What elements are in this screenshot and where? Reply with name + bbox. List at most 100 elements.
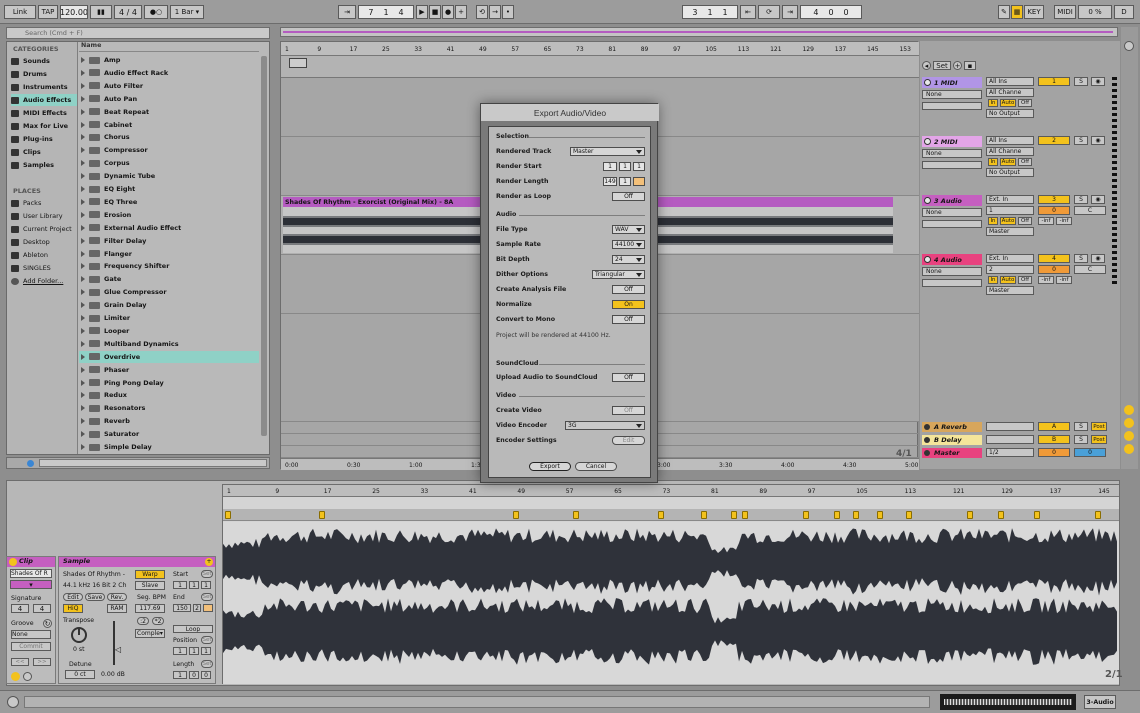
track-activator-number[interactable]: 2 xyxy=(1038,136,1070,145)
groove-hot-swap-icon[interactable]: ↻ xyxy=(43,619,52,628)
selected-track-label[interactable]: 3-Audio xyxy=(1084,695,1116,709)
quantize-menu[interactable]: 1 Bar ▾ xyxy=(170,5,204,19)
punch-out-icon[interactable]: ⇥ xyxy=(782,5,798,19)
cancel-button[interactable]: Cancel xyxy=(575,462,617,471)
hiq-button[interactable]: HiQ xyxy=(63,604,83,613)
track-output-select[interactable]: No Output xyxy=(986,109,1034,118)
preview-waveform[interactable] xyxy=(39,459,267,467)
return-solo-button[interactable]: S xyxy=(1074,435,1088,444)
sample-panel-header[interactable]: Sample xyxy=(59,557,215,567)
browser-item[interactable]: Beat Repeat xyxy=(79,106,259,118)
overdub-icon[interactable]: + xyxy=(455,5,467,19)
expand-triangle-icon[interactable] xyxy=(81,327,85,334)
browser-item[interactable]: Multiband Dynamics xyxy=(79,338,259,350)
category-max-for-live[interactable]: Max for Live xyxy=(11,120,77,132)
clip-signature-num[interactable]: 4 xyxy=(11,604,29,613)
browser-item[interactable]: Glue Compressor xyxy=(79,286,259,298)
play-icon[interactable]: ▶ xyxy=(416,5,428,19)
return-activator[interactable]: B xyxy=(1038,435,1070,444)
link-button[interactable]: Link xyxy=(4,5,36,19)
arm-record-icon[interactable]: ◉ xyxy=(1091,195,1105,204)
render-length-beat[interactable]: 1 xyxy=(619,177,631,186)
punch-in-icon[interactable]: ⇤ xyxy=(740,5,756,19)
loop-start-field[interactable]: 3 1 1 xyxy=(682,5,738,19)
master-routing-select[interactable]: 1/2 xyxy=(986,448,1034,457)
loop-length-field[interactable]: 4 0 0 xyxy=(800,5,862,19)
warp-marker-lane[interactable] xyxy=(223,509,1119,521)
send-b-field[interactable]: -inf xyxy=(1056,217,1072,225)
expand-triangle-icon[interactable] xyxy=(81,302,85,309)
render-loop-toggle[interactable]: Off xyxy=(612,192,645,201)
expand-triangle-icon[interactable] xyxy=(81,186,85,192)
track-channel-select[interactable]: 2 xyxy=(986,265,1034,274)
monitor-off-button[interactable]: Off xyxy=(1018,158,1032,166)
browser-item[interactable]: Audio Effect Rack xyxy=(79,67,259,79)
signature-field[interactable]: 4 / 4 xyxy=(114,5,142,19)
computer-keyboard-icon[interactable]: ▦ xyxy=(1011,5,1023,19)
arrangement-overview[interactable] xyxy=(280,27,1118,37)
key-map-button[interactable]: KEY xyxy=(1024,5,1044,19)
monitor-auto-button[interactable]: Auto xyxy=(1000,276,1016,284)
seg-bpm-field[interactable]: 117.69 xyxy=(135,604,165,613)
master-pan-field[interactable]: 0 xyxy=(1074,448,1106,457)
locator-lane[interactable] xyxy=(281,56,919,78)
clip-color-chooser[interactable]: ▾ xyxy=(10,580,52,589)
expand-triangle-icon[interactable] xyxy=(81,198,85,205)
browser-item[interactable]: External Audio Effect xyxy=(79,222,259,234)
sample-rate-select[interactable]: 44100 xyxy=(612,240,645,249)
track-input-select[interactable]: All Ins xyxy=(986,136,1034,145)
return-track-name[interactable]: Master xyxy=(922,448,982,458)
arm-record-icon[interactable]: ◉ xyxy=(1091,77,1105,86)
track-channel-select[interactable]: 1 xyxy=(986,206,1034,215)
create-video-toggle[interactable]: Off xyxy=(612,406,645,415)
browser-item[interactable]: Flanger xyxy=(79,248,259,260)
expand-triangle-icon[interactable] xyxy=(81,108,85,115)
set-button[interactable]: Set xyxy=(933,61,951,70)
expand-triangle-icon[interactable] xyxy=(81,379,85,386)
nudge-left-button[interactable]: << xyxy=(11,658,29,666)
warp-marker[interactable] xyxy=(658,511,664,519)
expand-triangle-icon[interactable] xyxy=(81,366,85,373)
sample-edit-button[interactable]: Edit xyxy=(63,593,83,601)
warp-button[interactable]: Warp xyxy=(135,570,165,579)
track-activator-number[interactable]: 4 xyxy=(1038,254,1070,263)
browser-item[interactable]: Simple Delay xyxy=(79,441,259,453)
track-activator-bar[interactable] xyxy=(922,279,982,287)
expand-triangle-icon[interactable] xyxy=(81,173,85,180)
upload-soundcloud-toggle[interactable]: Off xyxy=(612,373,645,382)
clip-signature-den[interactable]: 4 xyxy=(33,604,51,613)
track-output-select[interactable]: Master xyxy=(986,286,1034,295)
re-enable-automation-icon[interactable]: → xyxy=(489,5,501,19)
expand-triangle-icon[interactable] xyxy=(81,289,85,296)
end-beat-field[interactable]: 2 xyxy=(193,604,201,612)
browser-item[interactable]: Overdrive xyxy=(79,350,259,363)
sample-bar-ruler[interactable]: 1 9 17 25 33 41 49 57 65 73 81 89 97 105 113 121 129 137 1… xyxy=(223,485,1119,497)
solo-button[interactable]: S xyxy=(1074,254,1088,263)
sample-add-icon[interactable]: + xyxy=(205,558,213,566)
render-start-sixteenth[interactable]: 1 xyxy=(633,162,645,171)
bit-depth-select[interactable]: 24 xyxy=(612,255,645,264)
track-channel-select[interactable]: All Channe xyxy=(986,147,1034,156)
loop-switch-icon[interactable]: ⟳ xyxy=(758,5,780,19)
name-column-header[interactable]: Name xyxy=(79,42,259,52)
solo-button[interactable]: S xyxy=(1074,136,1088,145)
expand-triangle-icon[interactable] xyxy=(81,134,85,141)
end-sixteenth-field[interactable] xyxy=(203,604,213,612)
record-icon[interactable]: ● xyxy=(442,5,454,19)
automation-arm-icon[interactable]: ⟲ xyxy=(476,5,488,19)
convert-mono-toggle[interactable]: Off xyxy=(612,315,645,324)
nudge-right-button[interactable]: >> xyxy=(33,658,51,666)
gain-slider[interactable] xyxy=(113,621,115,665)
browser-item[interactable]: Auto Pan xyxy=(79,93,259,105)
browser-item[interactable]: Filter Delay xyxy=(79,235,259,247)
arm-record-icon[interactable]: ◉ xyxy=(1091,136,1105,145)
track-name[interactable]: 2 MIDI xyxy=(922,136,982,147)
browser-item[interactable]: Dynamic Tube xyxy=(79,170,259,182)
send-b-field[interactable]: -inf xyxy=(1056,276,1072,284)
render-length-bar[interactable]: 149 xyxy=(603,177,617,186)
song-position-field[interactable]: 7 1 4 xyxy=(358,5,414,19)
browser-item[interactable]: Phaser xyxy=(79,364,259,376)
track-pan-field[interactable]: C xyxy=(1074,265,1106,274)
monitor-off-button[interactable]: Off xyxy=(1018,217,1032,225)
nudge-icon[interactable]: ▮▮ xyxy=(90,5,112,19)
